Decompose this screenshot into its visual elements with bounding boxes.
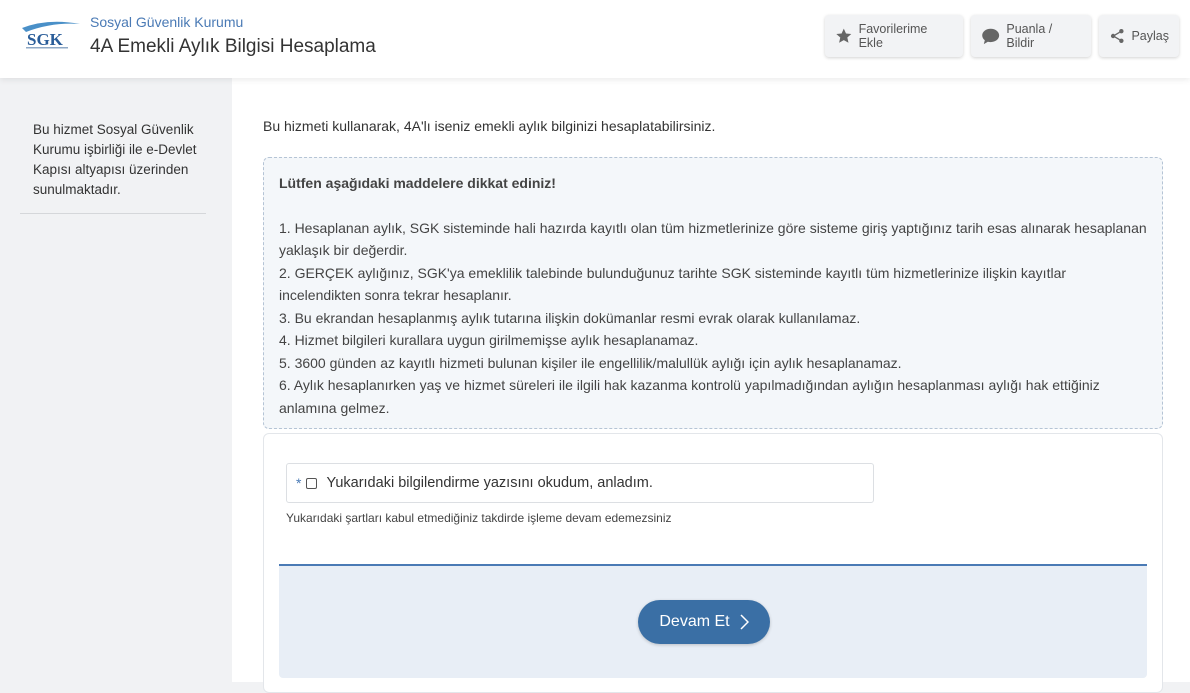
notice-item: 5. 3600 günden az kayıtlı hizmeti buluna… bbox=[279, 354, 902, 371]
notice-item: 2. GERÇEK aylığınız, SGK'ya emeklilik ta… bbox=[279, 264, 1067, 304]
notice-item: 1. Hesaplanan aylık, SGK sisteminde hali… bbox=[279, 219, 1147, 259]
notice-item: 3. Bu ekrandan hesaplanmış aylık tutarın… bbox=[279, 309, 861, 326]
service-info-text: Bu hizmet Sosyal Güvenlik Kurumu işbirli… bbox=[33, 122, 197, 197]
sidebar: Bu hizmet Sosyal Güvenlik Kurumu işbirli… bbox=[0, 78, 232, 682]
rate-feedback-button[interactable]: Puanla / Bildir bbox=[971, 15, 1091, 57]
add-favorite-button[interactable]: Favorilerime Ekle bbox=[825, 15, 963, 57]
star-icon bbox=[836, 28, 852, 43]
svg-text:SGK: SGK bbox=[27, 30, 64, 49]
share-label: Paylaş bbox=[1131, 29, 1169, 43]
chevron-right-icon bbox=[740, 614, 749, 630]
rate-feedback-label: Puanla / Bildir bbox=[1006, 22, 1053, 50]
share-icon bbox=[1110, 29, 1124, 43]
required-mark: * bbox=[296, 475, 302, 491]
acknowledge-checkbox-field[interactable]: * Yukarıdaki bilgilendirme yazısını okud… bbox=[286, 463, 874, 503]
intro-text: Bu hizmeti kullanarak, 4A'lı iseniz emek… bbox=[263, 118, 716, 134]
form-card: * Yukarıdaki bilgilendirme yazısını okud… bbox=[263, 433, 1163, 693]
notice-item: 6. Aylık hesaplanırken yaş ve hizmet sür… bbox=[279, 377, 1100, 416]
help-text: Yukarıdaki şartları kabul etmediğiniz ta… bbox=[286, 511, 672, 525]
button-area: Devam Et bbox=[279, 566, 1147, 678]
page-title: 4A Emekli Aylık Bilgisi Hesaplama bbox=[90, 36, 376, 57]
continue-button[interactable]: Devam Et bbox=[638, 600, 770, 644]
share-button[interactable]: Paylaş bbox=[1099, 15, 1179, 57]
notice-item: 4. Hizmet bilgileri kurallara uygun giri… bbox=[279, 332, 699, 348]
page-header: SGK Sosyal Güvenlik Kurumu 4A Emekli Ayl… bbox=[0, 0, 1190, 78]
acknowledge-label: Yukarıdaki bilgilendirme yazısını okudum… bbox=[326, 475, 653, 491]
main-content: Bu hizmeti kullanarak, 4A'lı iseniz emek… bbox=[232, 78, 1190, 693]
org-name: Sosyal Güvenlik Kurumu bbox=[90, 14, 244, 30]
add-favorite-label: Favorilerime Ekle bbox=[858, 22, 928, 50]
sgk-logo[interactable]: SGK bbox=[18, 16, 82, 52]
continue-label: Devam Et bbox=[659, 613, 730, 630]
acknowledge-checkbox[interactable] bbox=[306, 477, 318, 489]
chat-bubble-icon bbox=[982, 28, 1000, 45]
notice-title: Lütfen aşağıdaki maddelere dikkat ediniz… bbox=[279, 175, 556, 191]
sidebar-divider bbox=[20, 213, 206, 214]
notice-box: Lütfen aşağıdaki maddelere dikkat ediniz… bbox=[263, 157, 1163, 429]
